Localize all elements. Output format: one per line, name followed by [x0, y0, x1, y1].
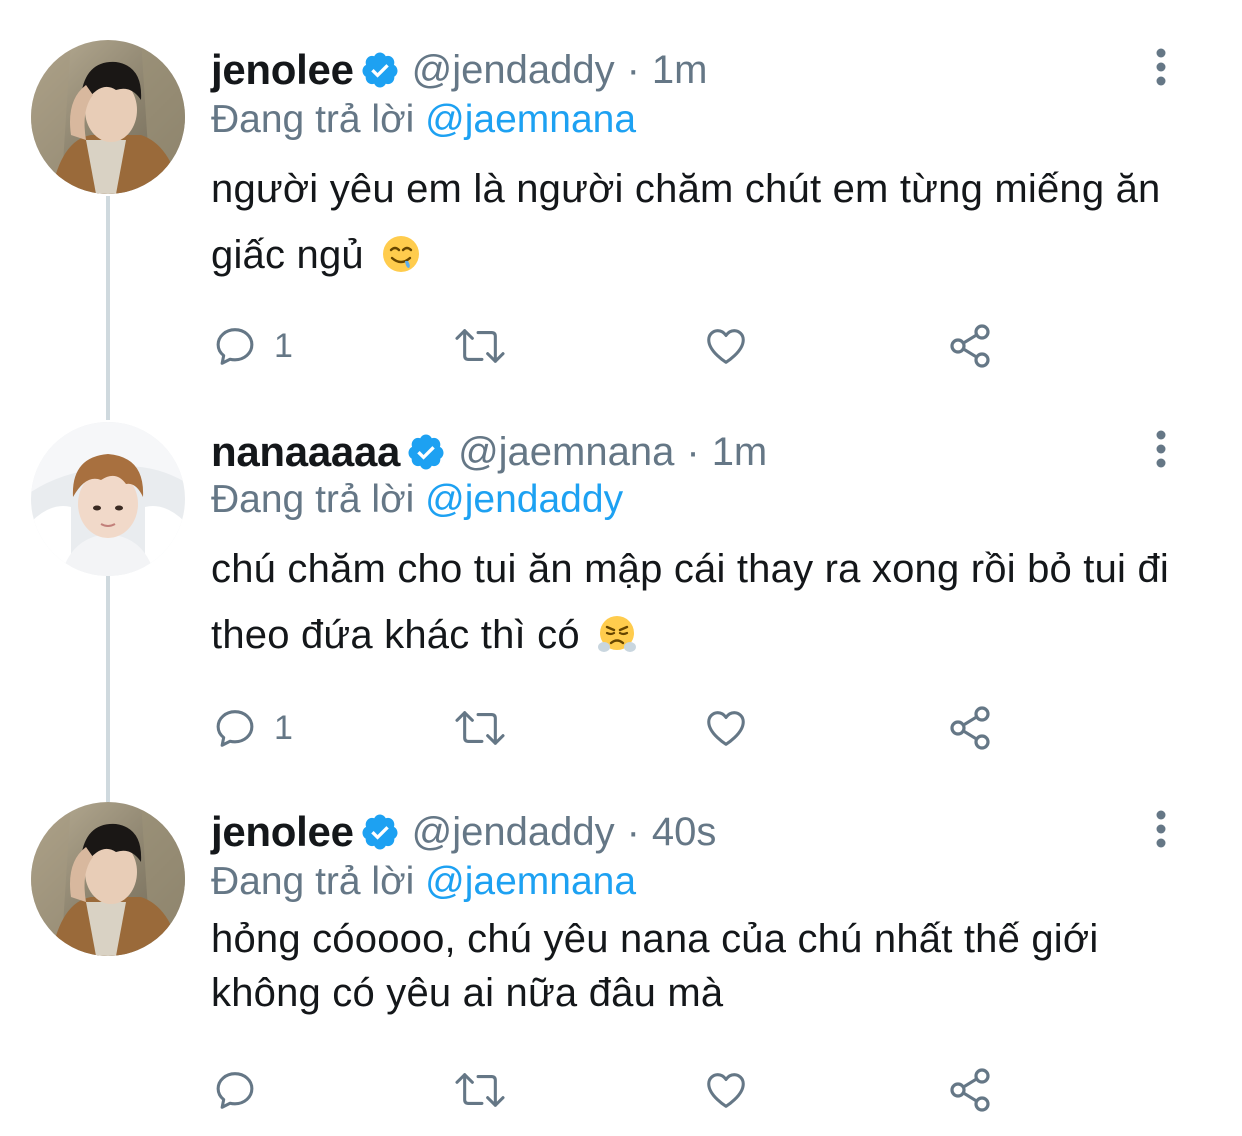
heart-icon: [707, 329, 745, 364]
tweet-actions: [212, 1064, 1012, 1116]
replying-to: Đang trả lời @jaemnana: [211, 98, 636, 142]
heart-icon: [707, 1073, 745, 1108]
reply-count: 1: [274, 708, 293, 747]
tweet-header: jenolee @jendaddy · 1m: [211, 46, 708, 94]
mention-link[interactable]: @jendaddy: [425, 478, 623, 521]
timestamp[interactable]: 40s: [652, 810, 717, 855]
replying-to: Đang trả lời @jendaddy: [211, 478, 623, 522]
replying-to-label: Đang trả lời: [211, 98, 415, 141]
tweet[interactable]: jenolee @jendaddy · 40s Đang trả lời @ja…: [0, 762, 1242, 1136]
tweet[interactable]: nanaaaaa @jaemnana · 1m Đang trả lời @je…: [0, 380, 1242, 780]
tweet-body: người yêu em là người chăm chút em từng …: [211, 167, 1161, 277]
verified-badge-icon: [362, 52, 398, 88]
share-nodes-icon: [950, 324, 990, 368]
more-options-icon[interactable]: [1146, 48, 1176, 88]
share-button[interactable]: [946, 1064, 994, 1116]
tweet-actions: 1: [212, 320, 1012, 372]
speech-bubble-icon: [216, 710, 254, 747]
avatar[interactable]: [31, 422, 185, 576]
verified-badge-icon: [362, 814, 398, 850]
like-button[interactable]: [702, 1064, 750, 1116]
separator-dot: ·: [686, 429, 700, 474]
face-with-steam-from-nose-emoji-icon: [598, 616, 637, 652]
share-nodes-icon: [950, 1068, 990, 1112]
like-button[interactable]: [702, 702, 750, 754]
tweet-header: jenolee @jendaddy · 40s: [211, 808, 716, 856]
tweet-header: nanaaaaa @jaemnana · 1m: [211, 428, 767, 476]
tweet-text: người yêu em là người chăm chút em từng …: [211, 156, 1191, 288]
heart-icon: [707, 711, 745, 746]
display-name[interactable]: nanaaaaa: [211, 428, 400, 476]
display-name[interactable]: jenolee: [211, 46, 354, 94]
retweet-arrows-icon: [455, 329, 505, 363]
retweet-arrows-icon: [455, 1073, 505, 1107]
more-options-icon[interactable]: [1146, 810, 1176, 850]
reply-button[interactable]: 1: [212, 320, 293, 372]
reply-button[interactable]: [212, 1064, 274, 1116]
retweet-button[interactable]: [452, 702, 508, 754]
avatar[interactable]: [31, 40, 185, 194]
replying-to: Đang trả lời @jaemnana: [211, 860, 636, 904]
display-name[interactable]: jenolee: [211, 808, 354, 856]
reply-button[interactable]: 1: [212, 702, 293, 754]
share-button[interactable]: [946, 702, 994, 754]
retweet-button[interactable]: [452, 320, 508, 372]
tweet-body: hỏng cóoooo, chú yêu nana của chú nhất t…: [211, 917, 1099, 1015]
share-nodes-icon: [950, 706, 990, 750]
mention-link[interactable]: @jaemnana: [425, 98, 636, 141]
replying-to-label: Đang trả lời: [211, 478, 415, 521]
drooling-face-emoji-icon: [383, 236, 420, 272]
user-handle[interactable]: @jendaddy: [412, 810, 615, 855]
retweet-arrows-icon: [455, 711, 505, 745]
timestamp[interactable]: 1m: [712, 430, 768, 475]
like-button[interactable]: [702, 320, 750, 372]
tweet-body: chú chăm cho tui ăn mập cái thay ra xong…: [211, 547, 1169, 657]
reply-count: 1: [274, 326, 293, 365]
timestamp[interactable]: 1m: [652, 48, 708, 93]
tweet[interactable]: jenolee @jendaddy · 1m Đang trả lời @jae…: [0, 0, 1242, 400]
replying-to-label: Đang trả lời: [211, 860, 415, 903]
share-button[interactable]: [946, 320, 994, 372]
separator-dot: ·: [626, 809, 640, 854]
user-handle[interactable]: @jendaddy: [412, 48, 615, 93]
verified-badge-icon: [408, 434, 444, 470]
speech-bubble-icon: [216, 328, 254, 365]
speech-bubble-icon: [216, 1072, 254, 1109]
retweet-button[interactable]: [452, 1064, 508, 1116]
tweet-text: hỏng cóoooo, chú yêu nana của chú nhất t…: [211, 912, 1191, 1020]
tweet-text: chú chăm cho tui ăn mập cái thay ra xong…: [211, 536, 1191, 668]
more-options-icon[interactable]: [1146, 430, 1176, 470]
user-handle[interactable]: @jaemnana: [458, 430, 674, 475]
avatar[interactable]: [31, 802, 185, 956]
mention-link[interactable]: @jaemnana: [425, 860, 636, 903]
separator-dot: ·: [626, 47, 640, 92]
tweet-actions: 1: [212, 702, 1012, 754]
